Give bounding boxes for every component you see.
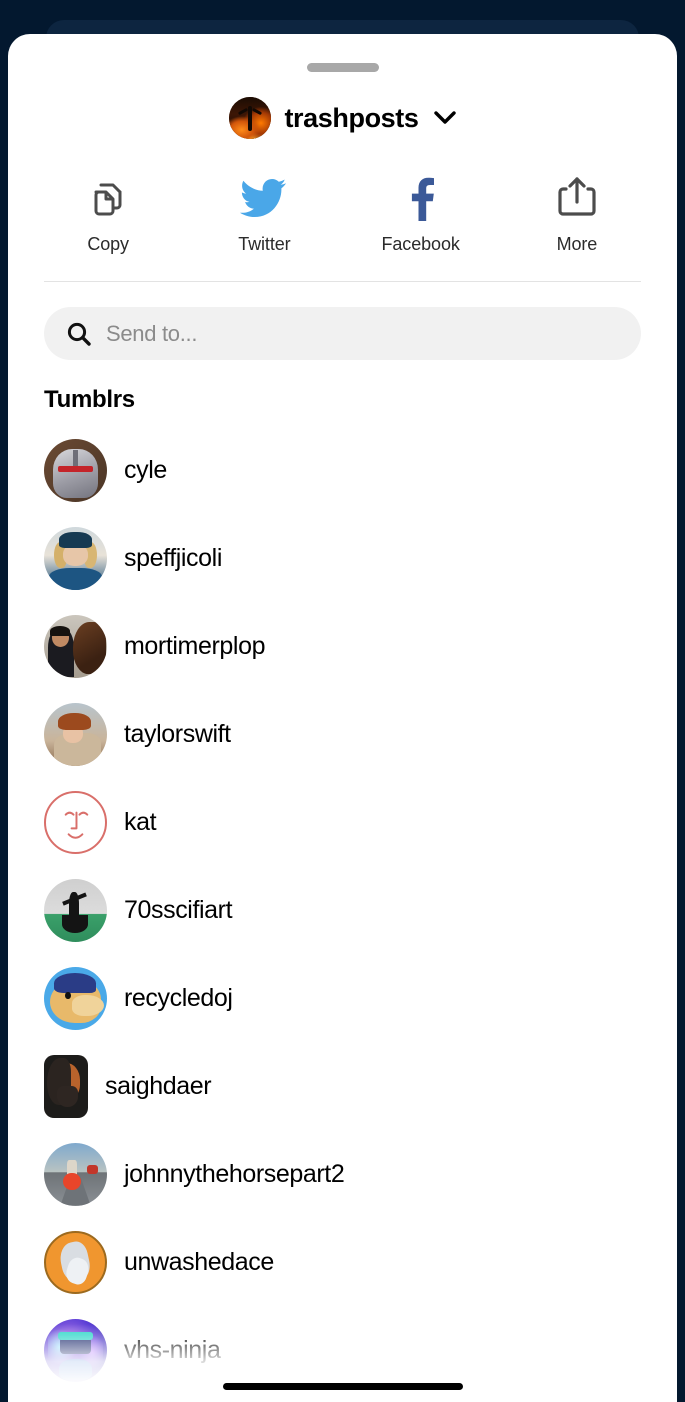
avatar [44,526,107,590]
list-item[interactable]: unwashedace [8,1218,677,1306]
blog-name: speffjicoli [124,543,222,572]
blog-name: cyle [124,455,167,484]
blog-avatar [229,97,272,139]
list-item[interactable]: recycledoj [8,954,677,1042]
avatar [44,966,107,1030]
copy-icon [85,172,131,224]
avatar [44,1230,107,1294]
avatar [44,1318,107,1382]
section-divider [44,281,641,282]
blog-name: saighdaer [105,1071,212,1100]
list-item[interactable]: vhs-ninja [8,1306,677,1394]
blog-name: trashposts [284,102,419,133]
twitter-icon [240,172,288,224]
blog-name: mortimerplop [124,631,266,660]
home-indicator[interactable] [222,1383,463,1390]
list-item[interactable]: mortimerplop [8,602,677,690]
blog-name: kat [124,807,157,836]
share-action-label: Copy [87,234,129,254]
search-icon [66,321,92,347]
list-item[interactable]: johnnythehorsepart2 [8,1130,677,1218]
share-icon [555,172,599,224]
share-action-more[interactable]: More [499,172,655,255]
list-item[interactable]: kat [8,778,677,866]
chevron-down-icon[interactable] [433,111,456,125]
share-action-copy[interactable]: Copy [30,172,186,255]
share-action-label: Facebook [381,234,460,254]
blog-list: cyle speffjicoli mortimerplop taylorswif… [8,426,677,1394]
share-actions-row: Copy Twitter Facebook More [8,172,677,255]
blog-name: taylorswift [124,719,231,748]
avatar [44,1054,88,1118]
sheet-drag-handle[interactable] [306,63,379,72]
blog-name: 70sscifiart [124,895,233,924]
list-item[interactable]: speffjicoli [8,514,677,602]
avatar [44,878,107,942]
avatar [44,702,107,766]
list-item[interactable]: taylorswift [8,690,677,778]
blog-name: vhs-ninja [124,1335,221,1364]
share-sheet: trashposts Copy Twitter Facebook More Se… [8,34,677,1402]
list-item[interactable]: 70sscifiart [8,866,677,954]
share-action-facebook[interactable]: Facebook [343,172,499,255]
blog-name: recycledoj [124,983,233,1012]
facebook-icon [406,172,436,224]
list-item[interactable]: cyle [8,426,677,514]
blog-name: johnnythehorsepart2 [124,1159,345,1188]
avatar [44,438,107,502]
send-to-search[interactable] [44,307,641,360]
section-title: Tumblrs [44,386,135,413]
blog-selector[interactable]: trashposts [8,97,677,139]
share-action-label: Twitter [238,234,291,254]
avatar [44,790,107,854]
share-action-label: More [556,234,598,254]
avatar [44,1142,107,1206]
search-input[interactable] [106,320,619,347]
list-item[interactable]: saighdaer [8,1042,677,1130]
share-action-twitter[interactable]: Twitter [186,172,342,255]
avatar [44,614,107,678]
blog-name: unwashedace [124,1247,274,1276]
